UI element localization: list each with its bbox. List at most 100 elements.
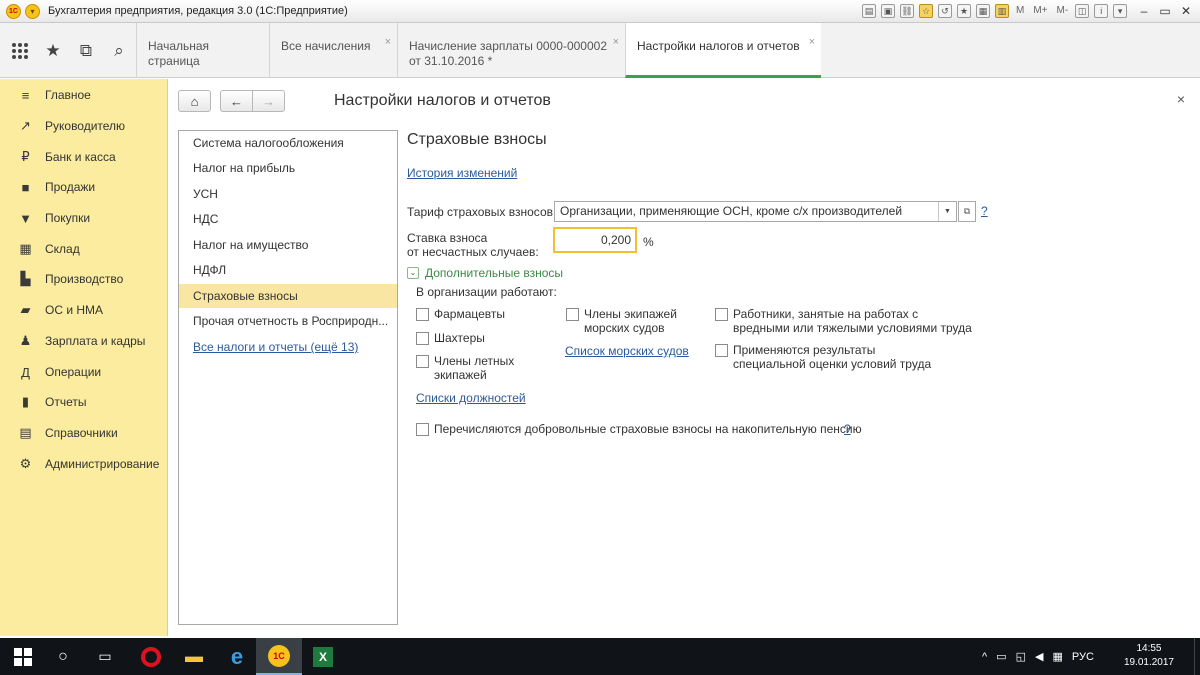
- sidebar-item-operations[interactable]: Д Операции: [0, 359, 168, 385]
- checkbox-miners[interactable]: Шахтеры: [416, 331, 485, 345]
- favorites-star-icon[interactable]: ★: [42, 40, 64, 62]
- tab-home[interactable]: Начальная страница: [136, 23, 269, 78]
- tab-payroll-accrual[interactable]: Начисление зарплаты 0000-000002 от 31.10…: [397, 23, 625, 78]
- keyboard-icon[interactable]: ▦: [1052, 650, 1062, 663]
- sidebar-item-main[interactable]: ≡ Главное: [0, 82, 168, 108]
- opera-icon[interactable]: [128, 638, 174, 675]
- file-explorer-icon[interactable]: ▬: [171, 638, 217, 675]
- minimize-button[interactable]: –: [1136, 3, 1152, 19]
- apps-grid-icon[interactable]: [9, 40, 31, 62]
- sidebar-item-assets[interactable]: ▰ ОС и НМА: [0, 297, 168, 323]
- sidebar-item-warehouse[interactable]: ▦ Склад: [0, 236, 168, 262]
- main-menu-button[interactable]: ▾: [25, 4, 40, 19]
- nav-item-vat[interactable]: НДС: [179, 207, 397, 231]
- open-tariff-icon[interactable]: ⧉: [958, 201, 976, 222]
- chevron-down-icon[interactable]: ▼: [938, 202, 956, 221]
- nav-item-tax-system[interactable]: Система налогообложения: [179, 131, 397, 155]
- nav-item-other-reports[interactable]: Прочая отчетность в Росприродн...: [179, 309, 397, 333]
- checkbox-box[interactable]: [715, 344, 728, 357]
- volume-icon[interactable]: ◀: [1035, 650, 1043, 663]
- factory-icon: ▙: [20, 271, 31, 286]
- checkbox-box[interactable]: [416, 355, 429, 368]
- forward-button[interactable]: →: [252, 90, 285, 112]
- print-icon[interactable]: ▤: [862, 4, 876, 18]
- sidebar-item-reports[interactable]: ▮ Отчеты: [0, 389, 168, 415]
- history-clock-icon[interactable]: ⧉: [75, 40, 97, 62]
- sidebar-item-salary[interactable]: ♟ Зарплата и кадры: [0, 328, 168, 354]
- task-view-icon[interactable]: ▭: [82, 638, 128, 675]
- tab-all-accruals[interactable]: Все начисления ×: [269, 23, 397, 78]
- language-indicator[interactable]: РУС: [1072, 651, 1094, 663]
- tab-close-icon[interactable]: ×: [809, 35, 815, 50]
- sidebar-item-manager[interactable]: ↗ Руководителю: [0, 113, 168, 139]
- calendar-icon[interactable]: ▥: [995, 4, 1009, 18]
- checkbox-box[interactable]: [416, 308, 429, 321]
- nav-item-property-tax[interactable]: Налог на имущество: [179, 233, 397, 257]
- tray-chevron-icon[interactable]: ^: [982, 651, 987, 663]
- sidebar-item-admin[interactable]: ⚙ Администрирование: [0, 451, 168, 477]
- checkbox-voluntary-pension[interactable]: Перечисляются добровольные страховые взн…: [416, 422, 862, 436]
- windows-taskbar: ○ ▭ ▬ e 1С X ^ ▭ ◱ ◀ ▦ РУС 14:55 19.01.2…: [0, 638, 1200, 675]
- tab-close-icon[interactable]: ×: [613, 35, 619, 50]
- tariff-help-icon[interactable]: ?: [981, 204, 988, 218]
- checkbox-flight-crew[interactable]: Члены летных экипажей: [416, 354, 514, 382]
- history-icon[interactable]: ↺: [938, 4, 952, 18]
- show-desktop-button[interactable]: [1194, 638, 1200, 675]
- app-logo-icon[interactable]: 1С: [6, 4, 21, 19]
- voluntary-help-icon[interactable]: ?: [844, 422, 851, 436]
- battery-icon[interactable]: ▭: [996, 650, 1006, 663]
- tariff-select[interactable]: Организации, применяющие ОСН, кроме с/х …: [554, 201, 957, 222]
- nav-item-usn[interactable]: УСН: [179, 182, 397, 206]
- tab-label: Настройки налогов и отчетов: [637, 39, 800, 53]
- checkbox-ship-crew[interactable]: Члены экипажей морских судов: [566, 307, 677, 335]
- tab-tax-settings[interactable]: Настройки налогов и отчетов ×: [625, 23, 821, 78]
- nav-item-insurance[interactable]: Страховые взносы: [179, 284, 397, 308]
- checkbox-box[interactable]: [715, 308, 728, 321]
- checkbox-hazardous-work[interactable]: Работники, занятые на работах с вредными …: [715, 307, 972, 335]
- taskbar-clock[interactable]: 14:55 19.01.2017: [1124, 642, 1174, 670]
- positions-list-link[interactable]: Списки должностей: [416, 391, 526, 405]
- sidebar-item-production[interactable]: ▙ Производство: [0, 266, 168, 292]
- search-taskbar-icon[interactable]: ○: [40, 638, 86, 675]
- calculator-icon[interactable]: ▦: [976, 4, 990, 18]
- close-window-button[interactable]: ✕: [1178, 3, 1194, 19]
- accident-rate-input[interactable]: 0,200: [553, 227, 637, 253]
- excel-icon[interactable]: X: [300, 638, 346, 675]
- menu-icon: ≡: [21, 87, 30, 103]
- sidebar-item-bank[interactable]: ₽ Банк и касса: [0, 144, 168, 170]
- tab-close-icon[interactable]: ×: [385, 35, 391, 50]
- checkbox-box[interactable]: [416, 423, 429, 436]
- memory-minus-button[interactable]: M-: [1055, 4, 1071, 18]
- back-button[interactable]: ←: [220, 90, 253, 112]
- page-title: Настройки налогов и отчетов: [334, 92, 551, 109]
- sidebar-item-catalogs[interactable]: ▤ Справочники: [0, 420, 168, 446]
- checkbox-box[interactable]: [566, 308, 579, 321]
- history-link[interactable]: История изменений: [407, 166, 517, 180]
- maximize-button[interactable]: ▭: [1157, 3, 1173, 19]
- favorite-icon[interactable]: ☆: [919, 4, 933, 18]
- checkbox-pharmacists[interactable]: Фармацевты: [416, 307, 505, 321]
- info-icon[interactable]: i: [1094, 4, 1109, 18]
- link-icon[interactable]: ⛓: [900, 4, 914, 18]
- close-form-icon[interactable]: ×: [1177, 91, 1185, 107]
- star-list-icon[interactable]: ★: [957, 4, 971, 18]
- memory-button[interactable]: M: [1014, 4, 1026, 18]
- memory-plus-button[interactable]: M+: [1031, 4, 1049, 18]
- dropdown-icon[interactable]: ▾: [1113, 4, 1128, 18]
- onec-app-icon[interactable]: 1С: [256, 638, 302, 675]
- checkbox-box[interactable]: [416, 332, 429, 345]
- home-button[interactable]: ⌂: [178, 90, 211, 112]
- nav-item-all-taxes-link[interactable]: Все налоги и отчеты (ещё 13): [179, 335, 397, 359]
- sidebar-item-sales[interactable]: ■ Продажи: [0, 174, 168, 200]
- network-icon[interactable]: ◱: [1016, 650, 1026, 663]
- checkbox-special-assessment[interactable]: Применяются результаты специальной оценки…: [715, 343, 931, 371]
- ships-list-link[interactable]: Список морских судов: [565, 344, 689, 358]
- internet-explorer-icon[interactable]: e: [214, 638, 260, 675]
- save-icon[interactable]: ▣: [881, 4, 895, 18]
- search-icon[interactable]: ⌕: [108, 40, 130, 62]
- nav-item-profit-tax[interactable]: Налог на прибыль: [179, 156, 397, 180]
- nav-item-ndfl[interactable]: НДФЛ: [179, 258, 397, 282]
- sidebar-item-purchases[interactable]: ▼ Покупки: [0, 205, 168, 231]
- additional-contributions-toggle[interactable]: ⌄ Дополнительные взносы: [407, 266, 563, 280]
- split-window-icon[interactable]: ◫: [1075, 4, 1090, 18]
